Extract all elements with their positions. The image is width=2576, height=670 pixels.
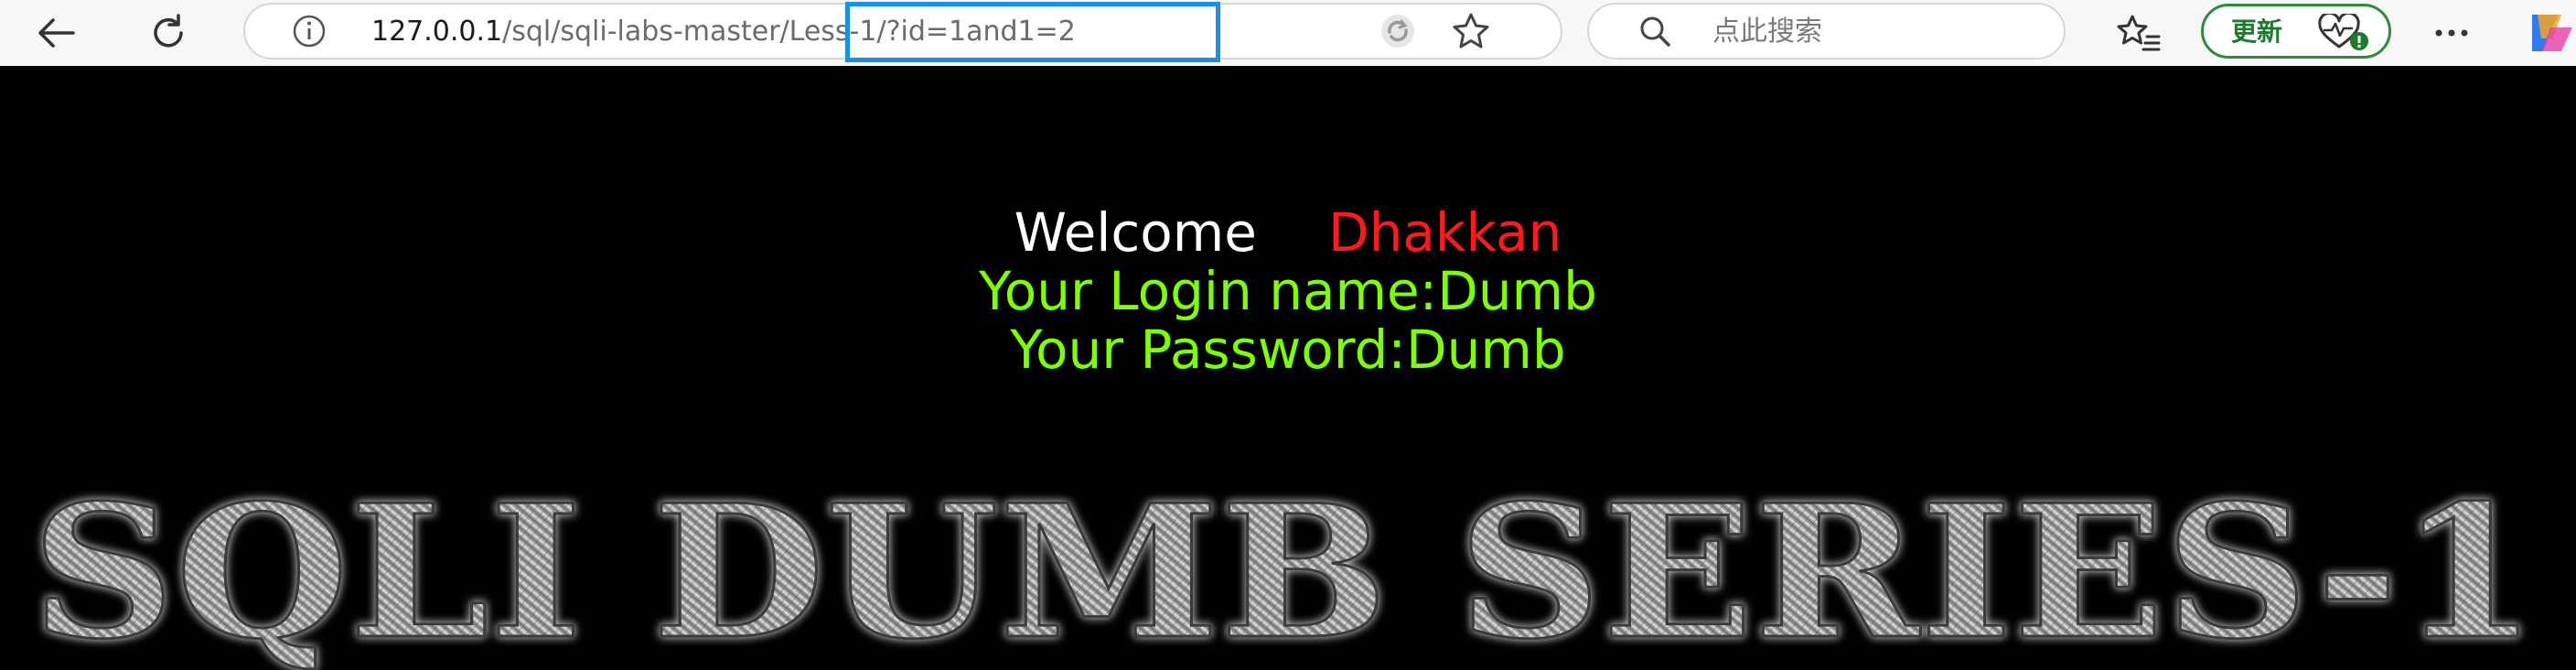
welcome-line: Welcome Dhakkan [0,203,2576,262]
banner-text: SQLI DUMB SERIES-1 [31,465,2538,670]
url-highlight-box [845,2,1220,62]
search-icon [1640,16,1670,47]
site-info-button[interactable] [284,5,335,57]
update-button[interactable]: 更新 [2201,4,2391,59]
star-icon [1453,13,1489,49]
login-name-text: Your Login name:Dumb [979,260,1597,322]
reload-button[interactable] [143,7,194,59]
more-button[interactable] [2426,7,2477,59]
welcome-text: Welcome [1014,201,1257,264]
copilot-button[interactable] [2525,7,2576,59]
url-path: /sql/sqli-labs-master/ [502,16,789,48]
address-bar[interactable]: 127.0.0.1/sql/sqli-labs-master/Less-1/?i… [243,2,1562,62]
url-host: 127.0.0.1 [371,16,503,48]
favorites-list-icon [2117,15,2161,51]
back-button[interactable] [31,7,82,59]
copilot-icon [2532,15,2572,51]
refresh-circle-icon [1381,15,1414,48]
favorite-button[interactable] [1445,5,1497,57]
favorites-button[interactable] [2113,7,2164,59]
sqli-banner-image: SQLI DUMB SERIES-1 [30,464,2539,670]
search-placeholder: 点此搜索 [1712,16,1822,48]
read-aloud-button[interactable] [1372,5,1423,57]
more-dots-icon [2435,29,2468,37]
browser-toolbar: 127.0.0.1/sql/sqli-labs-master/Less-1/?i… [0,0,2576,66]
update-label: 更新 [2231,16,2283,47]
heart-pulse-icon [2318,14,2368,50]
password-text: Your Password:Dumb [1010,319,1566,381]
arrow-left-icon [38,18,75,48]
refresh-icon [154,14,183,48]
welcome-name: Dhakkan [1327,201,1562,264]
search-button[interactable] [1629,5,1680,57]
info-icon [293,15,326,48]
search-bar[interactable]: 点此搜索 [1587,3,2066,59]
